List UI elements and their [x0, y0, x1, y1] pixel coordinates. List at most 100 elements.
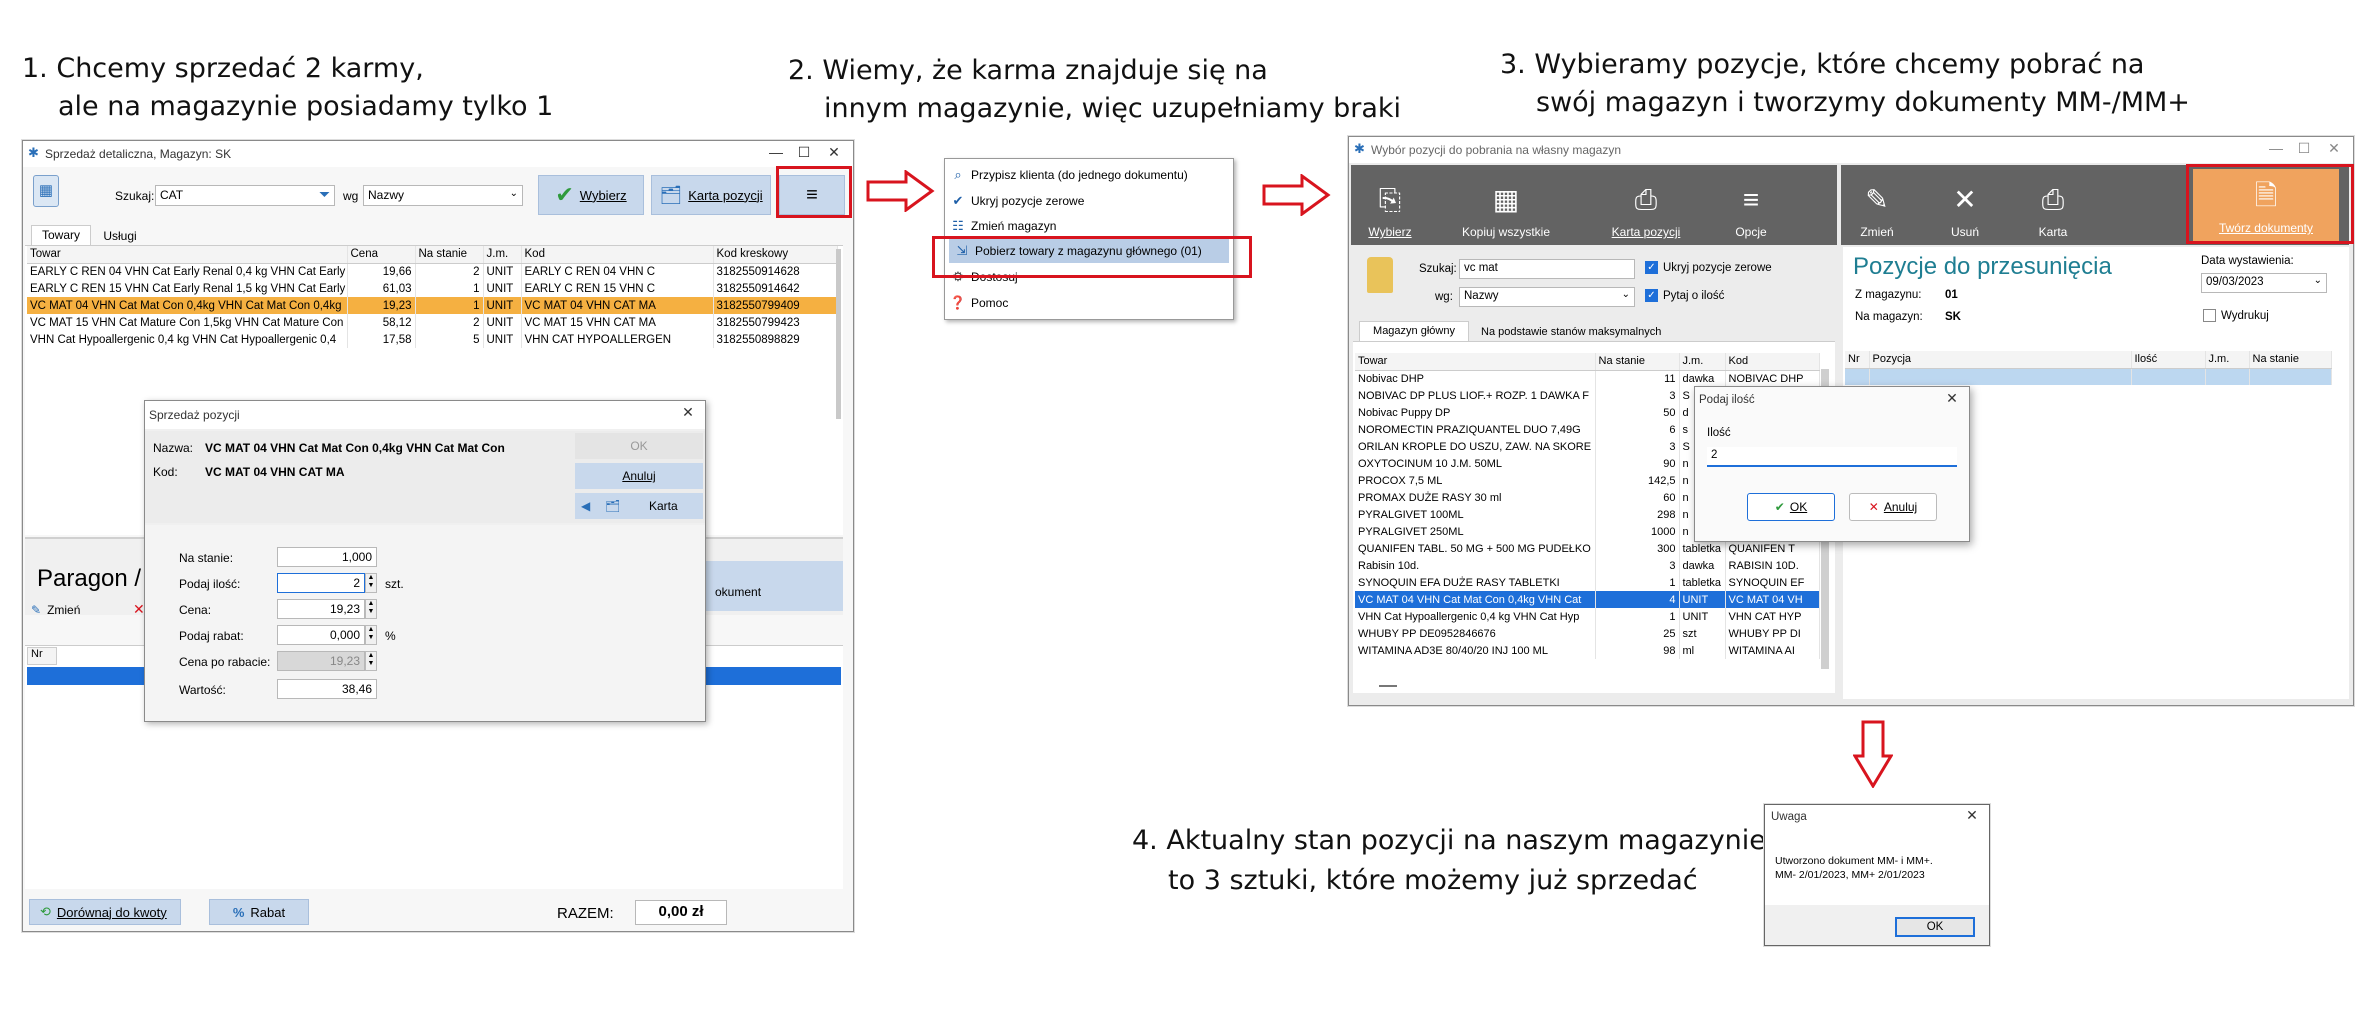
discount-button[interactable]: % Rabat: [209, 899, 309, 925]
table-row[interactable]: EARLY C REN 04 VHN Cat Early Renal 0,4 k…: [27, 263, 838, 280]
price-input[interactable]: 19,23: [277, 599, 365, 619]
table-row[interactable]: VHN Cat Hypoallergenic 0,4 kg VHN Cat Hy…: [27, 331, 838, 348]
item-card-button[interactable]: 🗂 Karta pozycji: [651, 175, 771, 215]
card-icon: 🗂: [605, 499, 621, 513]
table-row[interactable]: SYNOQUIN EFA DUŻE RASY TABLETKI 1 tabletka…: [1355, 574, 1820, 591]
spin-arrows-icon[interactable]: ▲ ▼: [365, 573, 377, 593]
date-picker[interactable]: 09/03/2023 ⌄: [2201, 273, 2327, 293]
close-icon: ✕: [1953, 184, 1977, 215]
menu-button[interactable]: ≡: [779, 175, 845, 215]
table-row[interactable]: VC MAT 15 VHN Cat Mature Con 1,5kg VHN C…: [27, 314, 838, 331]
maximize-icon[interactable]: ☐: [793, 144, 815, 161]
col-na-stanie[interactable]: Na stanie: [1595, 353, 1680, 371]
change-button[interactable]: ✎ Zmień: [31, 603, 80, 617]
minimize-icon[interactable]: —: [765, 144, 787, 160]
col-kod-kreskowy[interactable]: Kod kreskowy: [713, 246, 838, 264]
filter-icon[interactable]: ⏷: [319, 186, 330, 203]
edit-button[interactable]: ✎ Zmień: [1849, 165, 1905, 245]
right-toolbar: ✎ Zmień ✕ Usuń ⎙ Karta 🗎 Twórz dokumenty: [1841, 165, 2349, 245]
col-kod[interactable]: Kod: [521, 246, 714, 264]
col-ilosc[interactable]: Ilość: [2131, 351, 2206, 369]
transfer-row-selected[interactable]: [1845, 368, 2332, 385]
price-label: Cena:: [179, 603, 212, 617]
arrow-right-icon: [1262, 174, 1331, 216]
menu-item-customize[interactable]: ⚙ Dostosuj: [945, 265, 1233, 289]
close-icon[interactable]: ✕: [1941, 390, 1963, 407]
menu-item-change-warehouse[interactable]: ☷ Zmień magazyn: [945, 214, 1233, 238]
horizontal-scrollbar[interactable]: [1379, 685, 1397, 687]
cancel-button[interactable]: Anuluj: [575, 463, 703, 489]
minimize-icon[interactable]: —: [2265, 140, 2287, 156]
hide-zero-checkbox[interactable]: ✓ Ukryj pozycje zerowe: [1645, 261, 1772, 274]
document-button[interactable]: okument: [703, 561, 843, 611]
col-jm[interactable]: J.m.: [1679, 353, 1726, 371]
discount-unit: %: [385, 629, 396, 643]
maximize-icon[interactable]: ☐: [2293, 140, 2315, 157]
close-icon[interactable]: ✕: [823, 144, 845, 161]
table-header: Towar Na stanie J.m. Kod: [1355, 353, 1820, 371]
spin-arrows-icon[interactable]: ▲ ▼: [365, 625, 377, 645]
cell: PYRALGIVET 250ML: [1355, 523, 1596, 540]
ok-button[interactable]: ✔ OK: [1747, 493, 1835, 521]
delete-icon[interactable]: ✕: [133, 601, 145, 618]
col-na-stanie[interactable]: Na stanie: [415, 246, 484, 264]
menu-item-assign-client[interactable]: ⌕ Przypisz klienta (do jednego dokumentu): [945, 163, 1233, 187]
col-pozycja[interactable]: Pozycja: [1869, 351, 2132, 369]
col-towar[interactable]: Towar: [1355, 353, 1596, 371]
card-button[interactable]: ⎙ Karta: [2025, 165, 2081, 245]
print-checkbox[interactable]: Wydrukuj: [2203, 309, 2269, 322]
cancel-button[interactable]: ✕ Anuluj: [1849, 493, 1937, 521]
ok-button[interactable]: OK: [575, 433, 703, 459]
cell: 25: [1595, 625, 1680, 642]
quantity-input[interactable]: 2: [1707, 447, 1957, 467]
sort-select[interactable]: Nazwy ⌄: [1459, 287, 1635, 307]
table-row[interactable]: WHUBY PP DE0952846676 25 szt WHUBY PP DI: [1355, 625, 1820, 642]
cell: 1: [1595, 608, 1680, 625]
ask-qty-checkbox[interactable]: ✓ Pytaj o ilość: [1645, 289, 1724, 302]
table-row[interactable]: EARLY C REN 15 VHN Cat Early Renal 1,5 k…: [27, 280, 838, 297]
scrollbar[interactable]: [836, 249, 841, 419]
col-na-stanie[interactable]: Na stanie: [2249, 351, 2332, 369]
tab-uslugi[interactable]: Usługi: [95, 227, 145, 245]
col-jm[interactable]: J.m.: [2205, 351, 2250, 369]
col-nr[interactable]: Nr: [1845, 351, 1870, 369]
table-row[interactable]: VHN Cat Hypoallergenic 0,4 kg VHN Cat Hy…: [1355, 608, 1820, 625]
close-icon[interactable]: ✕: [677, 404, 699, 421]
remove-button[interactable]: ✕ Usuń: [1937, 165, 1993, 245]
col-jm[interactable]: J.m.: [483, 246, 522, 264]
table-row[interactable]: QUANIFEN TABL. 50 MG + 500 MG PUDEŁKO 300…: [1355, 540, 1820, 557]
table-row-selected[interactable]: VC MAT 04 VHN Cat Mat Con 0,4kg VHN Cat …: [27, 297, 838, 314]
close-icon[interactable]: ✕: [1961, 807, 1983, 824]
col-kod[interactable]: Kod: [1725, 353, 1820, 371]
menu-item-hide-zero[interactable]: ✔ Ukryj pozycje zerowe: [945, 189, 1233, 213]
select-button[interactable]: ⎘ Wybierz: [1359, 165, 1421, 245]
options-button[interactable]: ≡ Opcje: [1721, 165, 1781, 245]
search-input[interactable]: vc mat: [1459, 259, 1635, 279]
qty-input[interactable]: 2: [277, 573, 365, 593]
col-cena[interactable]: Cena: [347, 246, 416, 264]
table-row[interactable]: Rabisin 10d. 3 dawka RABISIN 10D.: [1355, 557, 1820, 574]
create-documents-button[interactable]: 🗎 Twórz dokumenty: [2193, 169, 2339, 241]
select-button[interactable]: ✔ Wybierz: [538, 175, 644, 215]
card-button[interactable]: ◀ 🗂 Karta: [575, 493, 703, 519]
ok-button[interactable]: OK: [1895, 917, 1975, 937]
item-card-button[interactable]: ⎙ Karta pozycji: [1601, 165, 1691, 245]
menu-item-fetch-goods[interactable]: ⇲ Pobierz towary z magazynu głównego (01): [949, 239, 1229, 263]
item-card-label: Karta pozycji: [1611, 225, 1681, 239]
table-row-selected[interactable]: VC MAT 04 VHN Cat Mat Con 0,4kg VHN Cat 4…: [1355, 591, 1820, 608]
menu-item-help[interactable]: ❓ Pomoc: [945, 291, 1233, 315]
col-towar[interactable]: Towar: [27, 246, 348, 264]
round-to-amount-button[interactable]: ⟲ Dorównaj do kwoty: [29, 899, 181, 925]
tab-main-warehouse[interactable]: Magazyn główny: [1359, 321, 1469, 341]
close-icon[interactable]: ✕: [2323, 140, 2345, 157]
tab-towary[interactable]: Towary: [31, 225, 91, 245]
table-row[interactable]: Nobivac DHP 11 dawka NOBIVAC DHP: [1355, 370, 1820, 387]
search-input[interactable]: CAT: [155, 185, 335, 206]
discount-input[interactable]: 0,000: [277, 625, 365, 645]
arrow-down-icon: [1853, 720, 1893, 788]
copy-all-button[interactable]: ▦ Kopiuj wszystkie: [1451, 165, 1561, 245]
sort-select[interactable]: Nazwy ⌄: [363, 185, 523, 206]
spin-arrows-icon[interactable]: ▲ ▼: [365, 599, 377, 619]
table-row[interactable]: WITAMINA AD3E 80/40/20 INJ 100 ML 98 ml WIT…: [1355, 642, 1820, 659]
tab-max-stock[interactable]: Na podstawie stanów maksymalnych: [1473, 323, 1693, 341]
